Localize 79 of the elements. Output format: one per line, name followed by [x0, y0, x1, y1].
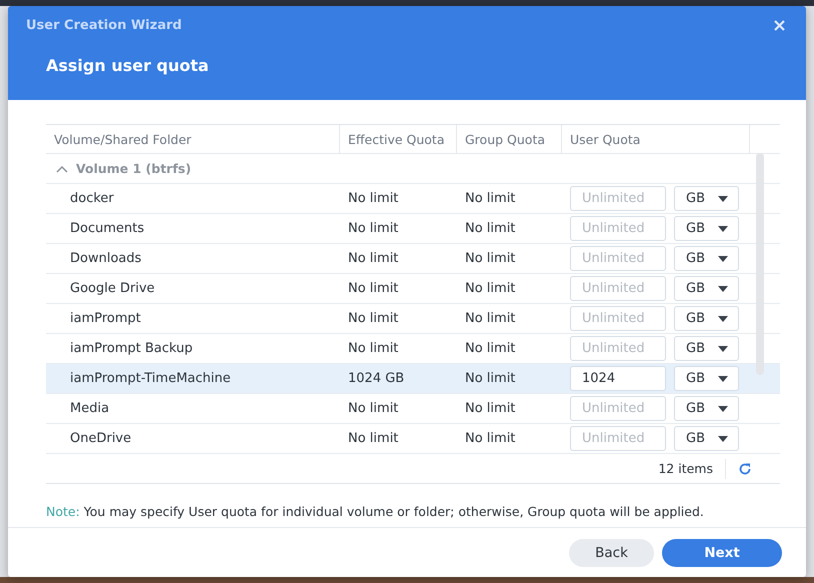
unit-dropdown[interactable]: GB [674, 306, 739, 331]
caret-icon [718, 286, 728, 292]
table-cell-text: No limit [464, 401, 516, 416]
unit-dropdown[interactable]: GB [674, 216, 739, 241]
table-cell-text: No limit [347, 221, 400, 236]
note-text: Note: You may specify User quota for individual volume or folder; otherwise, Group quota will be applied. [46, 504, 705, 519]
folder-name: Google Drive [69, 281, 156, 296]
table-cell-text: No limit [464, 431, 516, 446]
quota-field[interactable]: Unlimited [570, 426, 666, 451]
table-cell-text: No limit [464, 281, 516, 296]
table-row[interactable]: Documents No limit No limit Unlimited GB [46, 214, 780, 244]
refresh-button[interactable] [738, 462, 752, 476]
caret-icon [718, 316, 728, 322]
folder-name: iamPrompt Backup [69, 341, 194, 356]
chevron-icon[interactable] [56, 164, 68, 172]
folder-name: OneDrive [69, 431, 132, 446]
column-header[interactable]: Effective Quota [340, 125, 457, 153]
window-title: User Creation Wizard [26, 18, 182, 32]
folder-name: Downloads [69, 251, 142, 266]
table-row[interactable]: Downloads No limit No limit Unlimited GB [46, 244, 780, 274]
quota-field[interactable]: 1024 [570, 366, 666, 391]
table-cell-text: No limit [347, 251, 400, 266]
table-cell-text: No limit [347, 281, 400, 296]
scrollbar[interactable] [756, 153, 764, 375]
table-row[interactable]: OneDrive No limit No limit Unlimited GB [46, 424, 780, 454]
folder-name: Documents [69, 221, 146, 236]
refresh-icon [738, 462, 752, 476]
folder-name: Media [69, 401, 110, 416]
unit-dropdown[interactable]: GB [674, 336, 739, 361]
unit-dropdown[interactable]: GB [674, 366, 739, 391]
table-cell-text: No limit [464, 251, 516, 266]
caret-icon [718, 376, 728, 382]
quota-field[interactable]: Unlimited [570, 336, 666, 361]
folder-name: docker [69, 191, 115, 206]
caret-icon [718, 346, 728, 352]
table-cell-text: No limit [347, 431, 400, 446]
table-cell-text: No limit [347, 311, 400, 326]
folder-name: iamPrompt [69, 311, 142, 326]
table-row[interactable]: iamPrompt-TimeMachine 1024 GB No limit 1024 GB [46, 364, 780, 394]
table-cell-text: No limit [347, 191, 400, 206]
folder-name: iamPrompt-TimeMachine [69, 371, 232, 386]
table-row[interactable]: iamPrompt No limit No limit Unlimited GB [46, 304, 780, 334]
table-row[interactable]: docker No limit No limit Unlimited GB [46, 184, 780, 214]
quota-field[interactable]: Unlimited [570, 216, 666, 241]
table-cell-text: No limit [464, 341, 516, 356]
unit-dropdown[interactable]: GB [674, 396, 739, 421]
table-cell-text: No limit [464, 221, 516, 236]
table-cell-text: 1024 GB [347, 371, 406, 386]
column-header[interactable]: Group Quota [457, 125, 562, 153]
table-cell-text: No limit [464, 191, 516, 206]
unit-dropdown[interactable]: GB [674, 246, 739, 271]
caret-icon [718, 436, 728, 442]
caret-icon [718, 196, 728, 202]
back-button[interactable]: Back [569, 538, 654, 566]
page-heading: Assign user quota [46, 56, 210, 75]
unit-dropdown[interactable]: GB [674, 276, 739, 301]
column-header[interactable]: User Quota [562, 125, 750, 153]
caret-icon [718, 406, 728, 412]
unit-dropdown[interactable]: GB [674, 186, 739, 211]
table-cell-text: No limit [464, 371, 516, 386]
close-icon [773, 18, 786, 32]
unit-dropdown[interactable]: GB [674, 426, 739, 451]
item-count: 12 items [658, 458, 726, 478]
quota-field[interactable]: Unlimited [570, 276, 666, 301]
table-cell-text: No limit [464, 311, 516, 326]
caret-icon [718, 256, 728, 262]
table-cell-text: No limit [347, 341, 400, 356]
volume-group-label: Volume 1 (btrfs) [76, 161, 192, 176]
quota-field[interactable]: Unlimited [570, 306, 666, 331]
quota-field[interactable]: Unlimited [570, 246, 666, 271]
next-button[interactable]: Next [662, 538, 782, 566]
table-cell-text: No limit [347, 401, 400, 416]
column-header[interactable]: Volume/Shared Folder [46, 125, 340, 153]
quota-field[interactable]: Unlimited [570, 186, 666, 211]
close-button[interactable] [773, 18, 786, 32]
table-row[interactable]: Google Drive No limit No limit Unlimited GB [46, 274, 780, 304]
table-row[interactable]: Media No limit No limit Unlimited GB [46, 394, 780, 424]
quota-field[interactable]: Unlimited [570, 396, 666, 421]
caret-icon [718, 226, 728, 232]
